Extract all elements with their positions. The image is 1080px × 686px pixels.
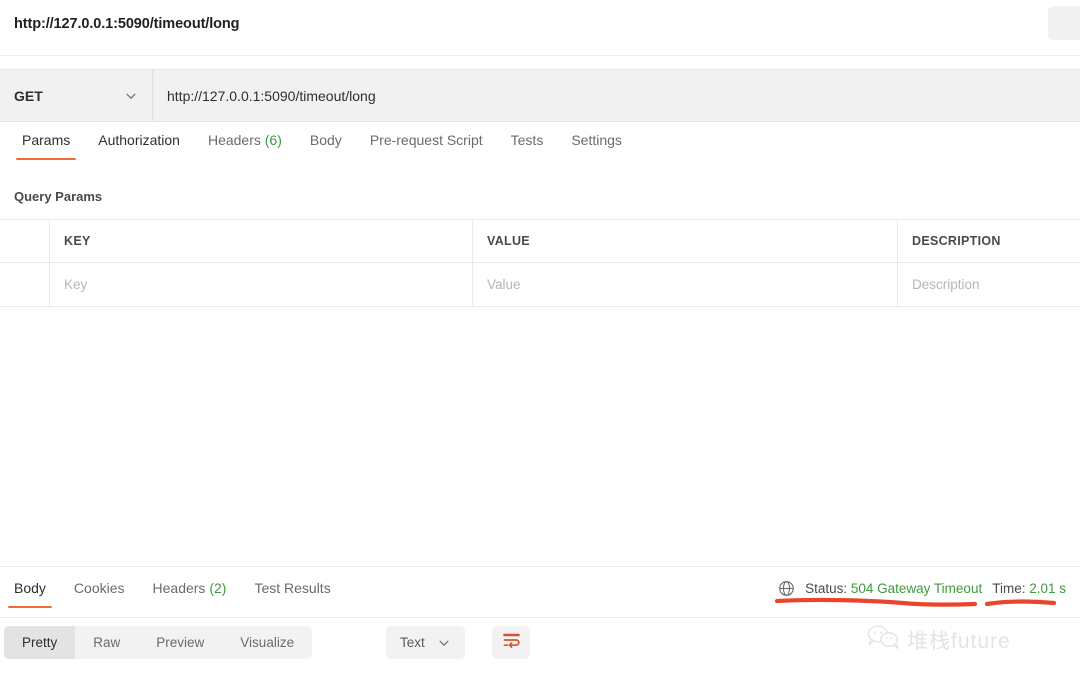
request-tab-bar: Params Authorization Headers (6) Body Pr… xyxy=(0,126,1080,170)
table-row[interactable]: Key Value Description xyxy=(0,263,1080,307)
tab-pre-request-script-label: Pre-request Script xyxy=(369,132,483,148)
tab-tests[interactable]: Tests xyxy=(497,126,558,160)
chevron-down-icon xyxy=(124,89,138,103)
response-divider xyxy=(0,566,1080,567)
tab-params-label: Params xyxy=(22,132,71,148)
response-viewer-toolbar: Pretty Raw Preview Visualize Text xyxy=(0,617,1080,686)
status-badge[interactable]: Status: 504 Gateway Timeout xyxy=(805,581,982,596)
content-type-label: Text xyxy=(400,635,425,650)
segment-raw-label: Raw xyxy=(93,635,121,650)
chevron-down-icon xyxy=(437,636,451,650)
tab-params[interactable]: Params xyxy=(8,126,84,160)
response-tab-test-results-label: Test Results xyxy=(254,580,331,596)
http-method-select[interactable]: GET xyxy=(0,70,153,121)
query-params-table: KEY VALUE DESCRIPTION Key Value Descript… xyxy=(0,219,1080,307)
table-header-row: KEY VALUE DESCRIPTION xyxy=(0,219,1080,263)
response-tab-headers-label: Headers xyxy=(152,580,206,596)
response-tab-body-label: Body xyxy=(14,580,46,596)
request-url-bar: GET http://127.0.0.1:5090/timeout/long xyxy=(0,69,1080,122)
response-status-bar: Status: 504 Gateway Timeout Time: 2.01 s xyxy=(778,580,1066,597)
table-header-select xyxy=(0,220,50,262)
page-title: http://127.0.0.1:5090/timeout/long xyxy=(14,16,240,32)
tab-headers-label: Headers xyxy=(207,132,261,148)
query-params-heading: Query Params xyxy=(14,189,103,204)
description-input[interactable]: Description xyxy=(898,263,1080,306)
response-tab-cookies-label: Cookies xyxy=(73,580,125,596)
tab-settings[interactable]: Settings xyxy=(557,126,636,160)
request-title-bar: http://127.0.0.1:5090/timeout/long xyxy=(0,0,1080,56)
status-label: Status: xyxy=(805,581,848,596)
tab-authorization[interactable]: Authorization xyxy=(84,126,194,160)
segment-pretty-label: Pretty xyxy=(22,635,58,650)
tab-settings-label: Settings xyxy=(571,132,622,148)
segment-pretty[interactable]: Pretty xyxy=(4,626,76,659)
response-format-segmented-control: Pretty Raw Preview Visualize xyxy=(4,626,313,659)
segment-visualize-label: Visualize xyxy=(240,635,295,650)
time-label: Time: xyxy=(992,581,1026,596)
tab-pre-request-script[interactable]: Pre-request Script xyxy=(356,126,497,160)
tab-body[interactable]: Body xyxy=(296,126,356,160)
segment-preview[interactable]: Preview xyxy=(138,626,222,659)
segment-raw[interactable]: Raw xyxy=(75,626,138,659)
annotation-underline-time xyxy=(984,596,1057,615)
word-wrap-icon xyxy=(502,632,521,654)
key-input[interactable]: Key xyxy=(50,263,473,306)
word-wrap-button[interactable] xyxy=(492,626,530,659)
time-value: 2.01 s xyxy=(1029,581,1066,596)
tab-tests-label: Tests xyxy=(510,132,544,148)
url-input[interactable]: http://127.0.0.1:5090/timeout/long xyxy=(153,70,1080,121)
content-type-select[interactable]: Text xyxy=(386,626,465,659)
globe-icon xyxy=(778,580,795,597)
tab-authorization-label: Authorization xyxy=(98,132,180,148)
response-tab-cookies[interactable]: Cookies xyxy=(60,574,139,608)
annotation-underline-status xyxy=(774,596,980,615)
response-tab-headers-count: (2) xyxy=(209,580,227,596)
table-header-value: VALUE xyxy=(473,220,898,262)
status-value: 504 Gateway Timeout xyxy=(850,581,983,596)
row-checkbox[interactable] xyxy=(0,263,50,306)
table-header-key: KEY xyxy=(50,220,473,262)
tab-body-label: Body xyxy=(309,132,342,148)
value-input[interactable]: Value xyxy=(473,263,898,306)
table-header-description: DESCRIPTION xyxy=(912,234,1001,248)
postman-window: http://127.0.0.1:5090/timeout/long GET h… xyxy=(0,0,1080,686)
http-method-label: GET xyxy=(14,87,43,104)
tab-headers[interactable]: Headers (6) xyxy=(194,126,296,160)
time-badge[interactable]: Time: 2.01 s xyxy=(992,581,1066,596)
response-tab-headers[interactable]: Headers (2) xyxy=(139,574,241,608)
response-tab-bar: Body Cookies Headers (2) Test Results xyxy=(0,574,345,610)
tab-headers-count: (6) xyxy=(264,132,282,148)
response-tab-body[interactable]: Body xyxy=(0,574,60,608)
segment-preview-label: Preview xyxy=(156,635,205,650)
save-button[interactable] xyxy=(1048,6,1080,40)
segment-visualize[interactable]: Visualize xyxy=(222,626,312,659)
response-tab-test-results[interactable]: Test Results xyxy=(240,574,344,608)
